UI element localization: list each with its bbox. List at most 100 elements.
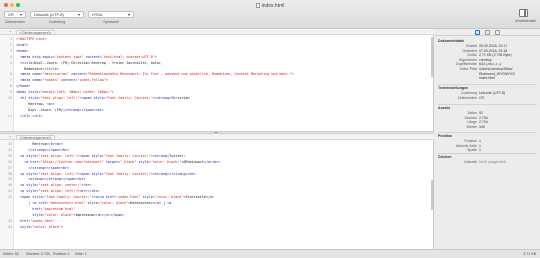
window-title: index.html — [0, 3, 540, 9]
line-number: 35 — [7, 153, 12, 158]
outline-menu-bottom[interactable]: <Gliederungsmenü> — [16, 134, 55, 140]
code-text: <p style="text-align: left;"><br></div> — [20, 189, 100, 194]
code-line[interactable]: 10 <h1 style="text-align: left;"><span s… — [0, 96, 434, 100]
code-text: Redakteur</title> — [24, 66, 59, 71]
section-divider — [438, 153, 537, 154]
status-line: Zeile: 1 — [75, 252, 87, 256]
code-text: <strong></strong></span><br> — [28, 177, 86, 182]
code-text: | <a href="datenschutz.html" style="colo… — [28, 201, 172, 205]
line-number: 1 — [9, 37, 12, 41]
line-number: 10 — [7, 96, 12, 100]
code-line[interactable]: 9 <body style="margin-left: 100px; width:… — [0, 90, 434, 94]
text-tab-icon[interactable] — [495, 30, 500, 35]
code-line[interactable]: Redakteur</title> — [0, 67, 434, 71]
section-divider — [438, 132, 537, 133]
code-line[interactable]: 3 <head> — [0, 49, 434, 53]
syntax-style-caption: Syntaxstil — [103, 20, 119, 24]
code-line[interactable]: 36 <a href="https://twitter.com/rheinwor… — [0, 160, 434, 164]
line-endings-select[interactable]: CR ▾ — [4, 11, 26, 18]
inspector-value: 1 — [479, 148, 481, 153]
code-line[interactable]: 39 <strong></strong></span><br> — [0, 177, 434, 181]
code-text: style="color: black">Impressum</a></u></… — [32, 212, 125, 217]
code-line[interactable]: style="color: black">Impressum</a></u></… — [0, 213, 434, 217]
code-line[interactable]: | <a href="datenschutz.html" style="colo… — [0, 201, 434, 205]
inspector-row: Zeilenenden CR — [435, 96, 540, 100]
window-title-text: index.html — [261, 3, 285, 9]
encoding-select[interactable]: Unicode (UTF-8) ▾ — [30, 11, 84, 18]
code-line[interactable]: href="impressum.html" — [0, 207, 434, 211]
settings-tab-icon[interactable] — [485, 30, 490, 35]
chevron-down-icon: ▾ — [19, 12, 22, 17]
code-text: <span style="font-family: Courier;"><u><… — [20, 195, 215, 200]
code-line[interactable]: 40 <p style="text-align: center;"><br> — [0, 183, 434, 187]
line-number: 43 — [7, 218, 12, 223]
code-line[interactable]: Rentrop, <br> — [0, 102, 434, 106]
code-line[interactable]: 34 </strong></span><br> — [0, 148, 434, 152]
line-number: 44 — [7, 224, 12, 229]
status-chars: Zeichen: 2.704 — [26, 252, 50, 256]
line-number: 7 — [9, 78, 12, 83]
code-line[interactable]: 33 Rentrop</b><br> — [0, 142, 434, 146]
line-number: 5 — [9, 60, 12, 65]
editor-pane-bottom[interactable]: 33 Rentrop</b><br> 34 </strong></span><br… — [0, 140, 434, 249]
inspector-row: Wörter 340 — [435, 125, 540, 129]
code-line[interactable]: 38 <p style="text-align: left;"><span st… — [0, 172, 434, 176]
code-line[interactable]: 11 </h1> </h1> — [0, 114, 434, 118]
code-line[interactable]: 35 <p style="text-align: left;"><span st… — [0, 154, 434, 158]
line-endings-control: CR ▾ Zeilenenden — [4, 11, 26, 24]
inspector-section-title: Anzahl — [438, 106, 450, 110]
line-number: 33 — [7, 142, 12, 146]
outline-menu-top[interactable]: <Gliederungsmenü> — [16, 29, 55, 35]
syntax-style-select[interactable]: HTML ▾ — [88, 11, 134, 18]
editor-pane-top[interactable]: 1 <!DOCTYPE html> 2 <html> 3 <head> 4 <meta ht… — [0, 35, 434, 131]
line-number: 36 — [7, 159, 12, 164]
code-line[interactable]: 1 <!DOCTYPE html> — [0, 37, 434, 41]
section-divider — [438, 84, 537, 85]
syntax-style-control: HTML ▾ Syntaxstil — [88, 11, 134, 24]
section-divider — [438, 104, 537, 105]
line-number: 40 — [7, 183, 12, 188]
code-line[interactable]: 42 <span style="font-family: Courier;"><… — [0, 195, 434, 199]
line-number: 2 — [9, 42, 12, 47]
status-file-size: 2,71 KB — [523, 252, 536, 256]
line-number: 34 — [7, 147, 12, 152]
inspector-tabs — [435, 29, 540, 36]
line-number: 8 — [9, 84, 12, 89]
inspector-key: Unicode — [464, 160, 477, 164]
inspector-value: 340 — [479, 124, 485, 129]
code-line[interactable]: Dipl.-Journ. (FH)</strong></span><br> — [0, 108, 434, 112]
code-text: <meta name="description" content="Redakt… — [20, 72, 294, 77]
line-number: 38 — [7, 171, 12, 176]
inspector-section-title: Zeichen — [438, 155, 452, 159]
code-line[interactable]: 6 <meta name="description" content="Reda… — [0, 72, 434, 76]
code-line[interactable]: 43 href="index.html" — [0, 219, 434, 223]
code-line[interactable]: 44 style="color: black"> — [0, 225, 434, 229]
code-text: <body style="margin-left: 100px; width: … — [16, 90, 115, 95]
inspector-value: CR — [479, 95, 485, 100]
line-endings-caption: Zeilenenden — [5, 20, 25, 24]
code-text: style="color: black"> — [20, 224, 63, 229]
code-line[interactable]: 7 <meta name="robots" content="index,fol… — [0, 78, 434, 82]
inspector-key: Wörter — [466, 124, 478, 129]
line-number: 3 — [9, 48, 12, 53]
code-text: <!DOCTYPE html> — [16, 37, 47, 41]
code-line[interactable]: 2 <html> — [0, 43, 434, 47]
editor-area: + <Gliederungsmenü> 1 <!DOCTYPE html> 2 <ht… — [0, 29, 434, 249]
code-text: href="index.html" — [20, 218, 55, 223]
status-lines: Zeilen: 52 — [3, 252, 19, 256]
code-text: Dipl.-Journ. (FH)</strong></span><br> — [28, 107, 104, 112]
code-line[interactable]: 37 </strong></span><br> — [0, 166, 434, 170]
code-line[interactable]: 4 <meta http-equiv="content-type" conten… — [0, 55, 434, 59]
document-icon — [255, 3, 260, 8]
code-text: <h1 style="text-align: left;"><span styl… — [20, 96, 190, 100]
code-text: </strong></span><br> — [28, 165, 70, 170]
split-handle-icon — [215, 132, 217, 133]
code-line[interactable]: 5 <title>Dipl.-Journ. (FH) Christian Ren… — [0, 61, 434, 65]
status-bar: Zeilen: 52 Zeichen: 2.704 Position: 1 Ze… — [0, 249, 540, 258]
code-line[interactable]: 41 <p style="text-align: left;"><br></di… — [0, 189, 434, 193]
document-info-tab-icon[interactable] — [475, 30, 480, 35]
encoding-caption: Codierung — [48, 20, 66, 24]
code-line[interactable]: 8 </head> — [0, 84, 434, 88]
inspector-toggle-button[interactable]: Inhaltsfenster — [515, 9, 537, 23]
inspector-section-title: Texteinstellungen — [438, 86, 469, 90]
